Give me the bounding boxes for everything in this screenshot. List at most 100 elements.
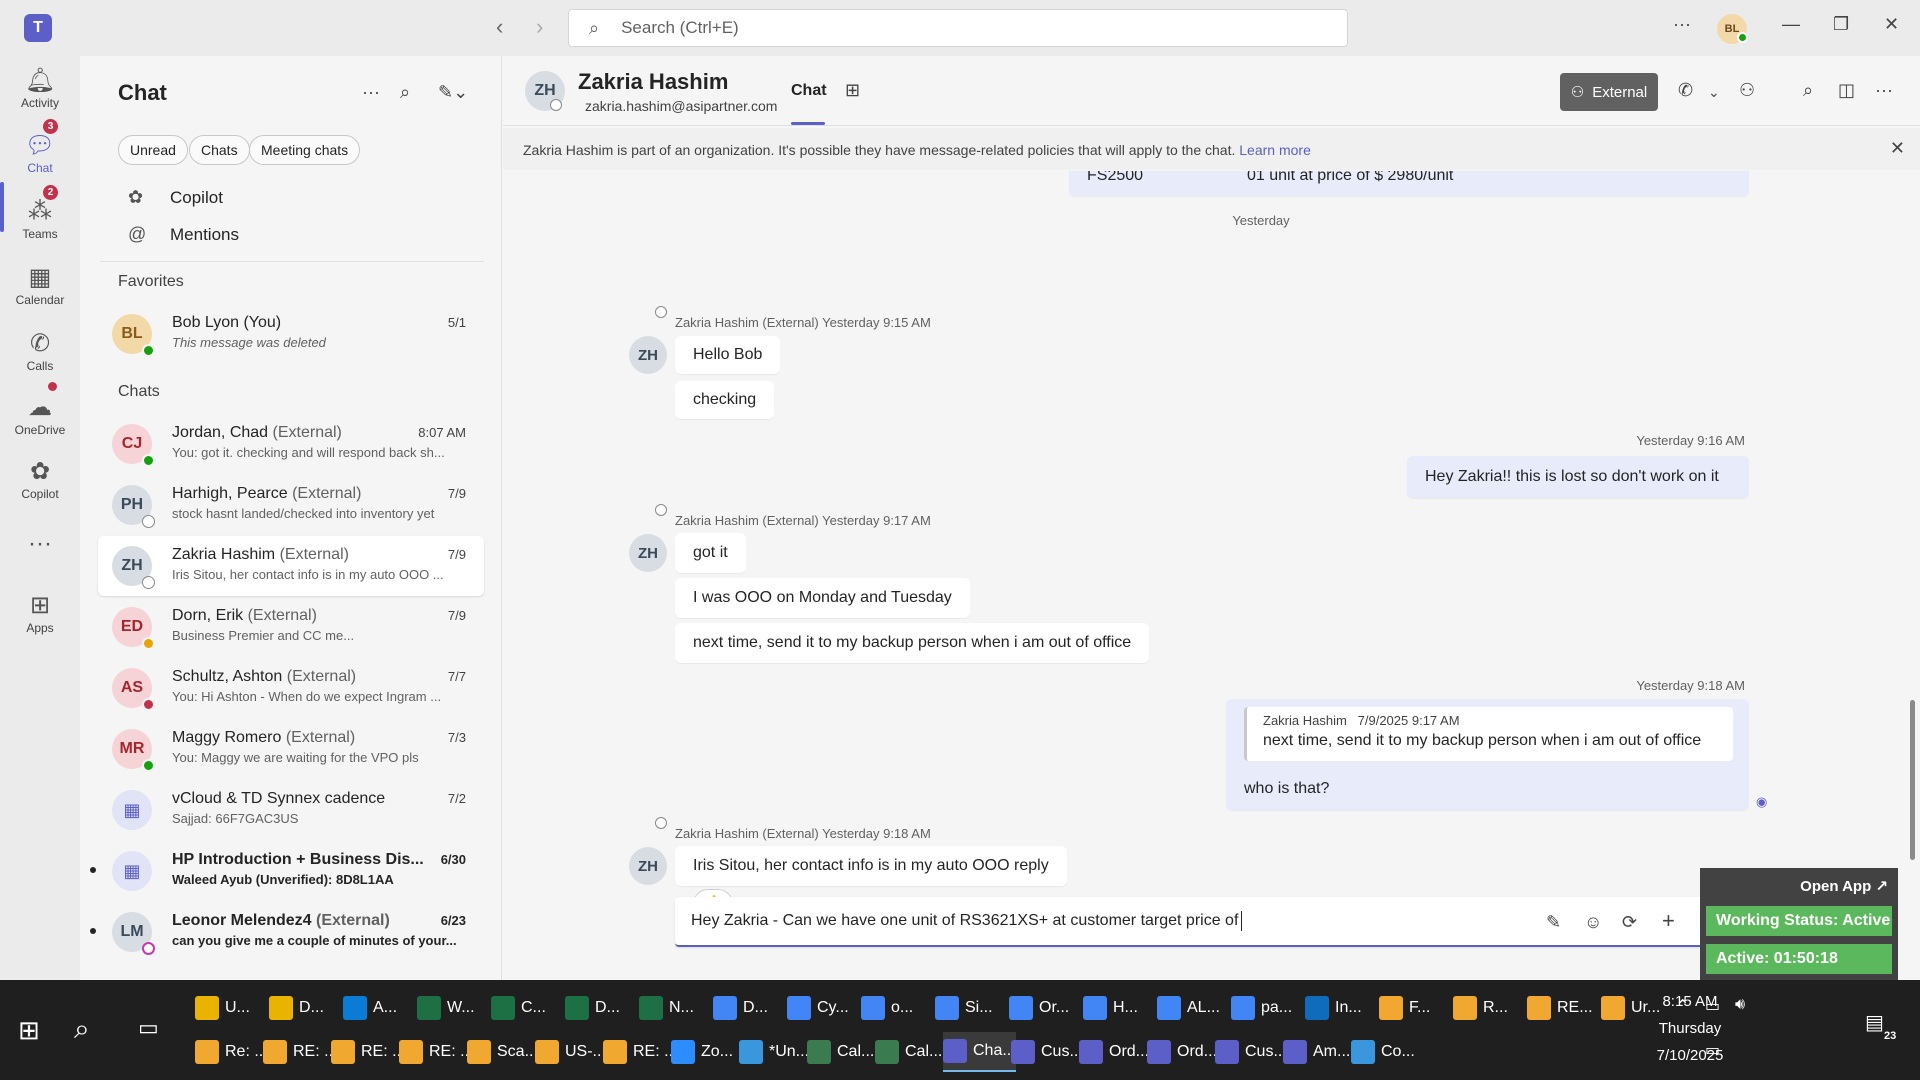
taskbar-app-button[interactable]: Cus...: [1215, 1032, 1287, 1072]
chat-item[interactable]: AS Schultz, Ashton (External) You: Hi As…: [98, 658, 484, 718]
new-chat-icon[interactable]: ✎⌄: [438, 82, 468, 103]
rail-onedrive[interactable]: ☁ OneDrive: [0, 393, 80, 437]
rail-calls[interactable]: ✆ Calls: [0, 329, 80, 373]
taskbar-app-button[interactable]: Re: ...: [195, 1032, 268, 1072]
chat-item-selected[interactable]: ZH Zakria Hashim (External) Iris Sitou, …: [98, 536, 484, 596]
taskbar-app-button[interactable]: RE...: [1527, 988, 1593, 1028]
message-bubble-partial[interactable]: FS2500 01 unit at price of $ 2980/unit: [1069, 171, 1749, 196]
taskbar-app-button[interactable]: Zo...: [671, 1032, 733, 1072]
taskbar-app-button[interactable]: Cus...: [1011, 1032, 1083, 1072]
search-icon[interactable]: ⌕: [400, 82, 410, 103]
taskbar-app-button[interactable]: H...: [1083, 988, 1138, 1028]
taskbar-app-button[interactable]: Cal...: [875, 1032, 942, 1072]
taskbar-app-button[interactable]: Cal...: [807, 1032, 874, 1072]
sender-avatar[interactable]: ZH: [629, 336, 667, 374]
filter-chats[interactable]: Chats: [189, 135, 250, 165]
more-options-icon[interactable]: ···: [1875, 80, 1893, 101]
taskbar-app-button[interactable]: Cy...: [787, 988, 849, 1028]
emoji-icon[interactable]: ☺: [1584, 912, 1602, 933]
message-bubble[interactable]: Hello Bob: [675, 336, 781, 374]
rail-chat[interactable]: 💬︎ Chat: [0, 131, 80, 175]
chat-item[interactable]: ED Dorn, Erik (External) Business Premie…: [98, 597, 484, 657]
filter-unread[interactable]: Unread: [118, 135, 188, 165]
taskbar-app-button[interactable]: Ord...: [1147, 1032, 1217, 1072]
add-people-icon[interactable]: ⚇: [1739, 80, 1755, 101]
quoted-reply[interactable]: Zakria Hashim 7/9/2025 9:17 AM next time…: [1244, 707, 1733, 761]
copilot-link[interactable]: ✿ Copilot: [128, 187, 223, 208]
search-icon[interactable]: ⌕: [1803, 80, 1813, 101]
taskbar-app-button[interactable]: A...: [343, 988, 397, 1028]
loop-icon[interactable]: ⟳: [1622, 912, 1637, 933]
back-arrow-icon[interactable]: ‹: [496, 14, 503, 40]
scrollbar[interactable]: [1910, 700, 1915, 860]
search-icon[interactable]: ⌕: [74, 1013, 90, 1046]
taskbar-app-button[interactable]: N...: [639, 988, 694, 1028]
maximize-icon[interactable]: ❐: [1833, 14, 1849, 35]
rail-more[interactable]: ···: [0, 529, 80, 559]
close-window-icon[interactable]: ✕: [1884, 14, 1899, 35]
sender-avatar[interactable]: ZH: [629, 534, 667, 572]
close-icon[interactable]: ✕: [1890, 138, 1905, 159]
task-view-icon[interactable]: ▭: [138, 1015, 159, 1041]
taskbar-app-button[interactable]: W...: [417, 988, 475, 1028]
add-tab-icon[interactable]: ⊞: [845, 80, 860, 101]
more-options-icon[interactable]: ···: [362, 82, 380, 103]
external-button[interactable]: ⚇ External: [1560, 73, 1658, 111]
mentions-link[interactable]: @ Mentions: [128, 224, 239, 245]
taskbar-app-button[interactable]: pa...: [1231, 988, 1292, 1028]
chats-header[interactable]: Chats: [118, 383, 160, 401]
tab-chat[interactable]: Chat: [791, 82, 827, 100]
chat-item-unread[interactable]: ▦ HP Introduction + Business Dis... Wale…: [90, 841, 484, 901]
taskbar-app-button[interactable]: AL...: [1157, 988, 1220, 1028]
notification-center-icon[interactable]: ▤: [1865, 1010, 1884, 1035]
rail-apps[interactable]: ⊞ Apps: [0, 591, 80, 635]
taskbar-app-button[interactable]: Ord...: [1079, 1032, 1149, 1072]
open-app-link[interactable]: Open App ↗: [1800, 877, 1888, 895]
message-bubble[interactable]: Iris Sitou, her contact info is in my au…: [675, 846, 1067, 886]
taskbar-app-button[interactable]: RE: ...: [603, 1032, 677, 1072]
sender-avatar[interactable]: ZH: [629, 847, 667, 885]
taskbar-app-button[interactable]: Si...: [935, 988, 993, 1028]
message-bubble[interactable]: next time, send it to my backup person w…: [675, 623, 1150, 663]
rail-activity[interactable]: 🔔︎ Activity: [0, 66, 80, 110]
taskbar-app-button[interactable]: Co...: [1351, 1032, 1415, 1072]
chat-item-unread[interactable]: LM Leonor Melendez4 (External) can you g…: [90, 902, 484, 962]
contact-name[interactable]: Zakria Hashim: [578, 69, 728, 95]
chevron-down-icon[interactable]: ⌄: [1708, 84, 1720, 101]
filter-meeting-chats[interactable]: Meeting chats: [249, 135, 361, 165]
chat-item[interactable]: PH Harhigh, Pearce (External) stock hasn…: [98, 475, 484, 535]
working-status-button[interactable]: Working Status: Active: [1706, 906, 1892, 936]
taskbar-app-button[interactable]: Sca...: [467, 1032, 538, 1072]
taskbar-app-button[interactable]: o...: [861, 988, 913, 1028]
more-options-icon[interactable]: ···: [1673, 14, 1691, 35]
taskbar-app-button[interactable]: US-...: [535, 1032, 606, 1072]
rail-teams[interactable]: ⁂ Teams: [0, 197, 80, 241]
forward-arrow-icon[interactable]: ›: [536, 14, 543, 40]
taskbar-app-button[interactable]: RE: ...: [263, 1032, 337, 1072]
taskbar-app-button[interactable]: D...: [713, 988, 768, 1028]
taskbar-app-button[interactable]: R...: [1453, 988, 1508, 1028]
rail-calendar[interactable]: ▦ Calendar: [0, 263, 80, 307]
system-clock[interactable]: 8:15 AM Thursday 7/10/2025: [1590, 988, 1790, 1069]
taskbar-app-button[interactable]: U...: [195, 988, 250, 1028]
chat-item[interactable]: CJ Jordan, Chad (External) You: got it. …: [98, 414, 484, 474]
taskbar-app-button[interactable]: F...: [1379, 988, 1430, 1028]
taskbar-app-button[interactable]: RE: ...: [331, 1032, 405, 1072]
taskbar-app-button[interactable]: D...: [269, 988, 324, 1028]
rail-copilot[interactable]: ✿ Copilot: [0, 457, 80, 501]
chat-item-bob-lyon[interactable]: BL Bob Lyon (You) This message was delet…: [98, 304, 484, 364]
windows-start-icon[interactable]: ⊞: [18, 1015, 40, 1046]
taskbar-app-button[interactable]: C...: [491, 988, 546, 1028]
message-bubble[interactable]: checking: [675, 381, 775, 419]
search-input[interactable]: ⌕ Search (Ctrl+E): [568, 9, 1348, 47]
message-bubble[interactable]: got it: [675, 533, 746, 573]
taskbar-app-button[interactable]: D...: [565, 988, 620, 1028]
message-bubble-own[interactable]: Hey Zakria!! this is lost so don't work …: [1407, 456, 1749, 498]
format-icon[interactable]: ✎: [1546, 912, 1561, 933]
taskbar-app-button[interactable]: RE: ...: [399, 1032, 473, 1072]
minimize-icon[interactable]: —: [1782, 14, 1800, 35]
add-icon[interactable]: +: [1662, 908, 1675, 934]
taskbar-app-button[interactable]: Am...: [1283, 1032, 1350, 1072]
taskbar-app-button[interactable]: *Un...: [739, 1032, 809, 1072]
chat-item[interactable]: MR Maggy Romero (External) You: Maggy we…: [98, 719, 484, 779]
